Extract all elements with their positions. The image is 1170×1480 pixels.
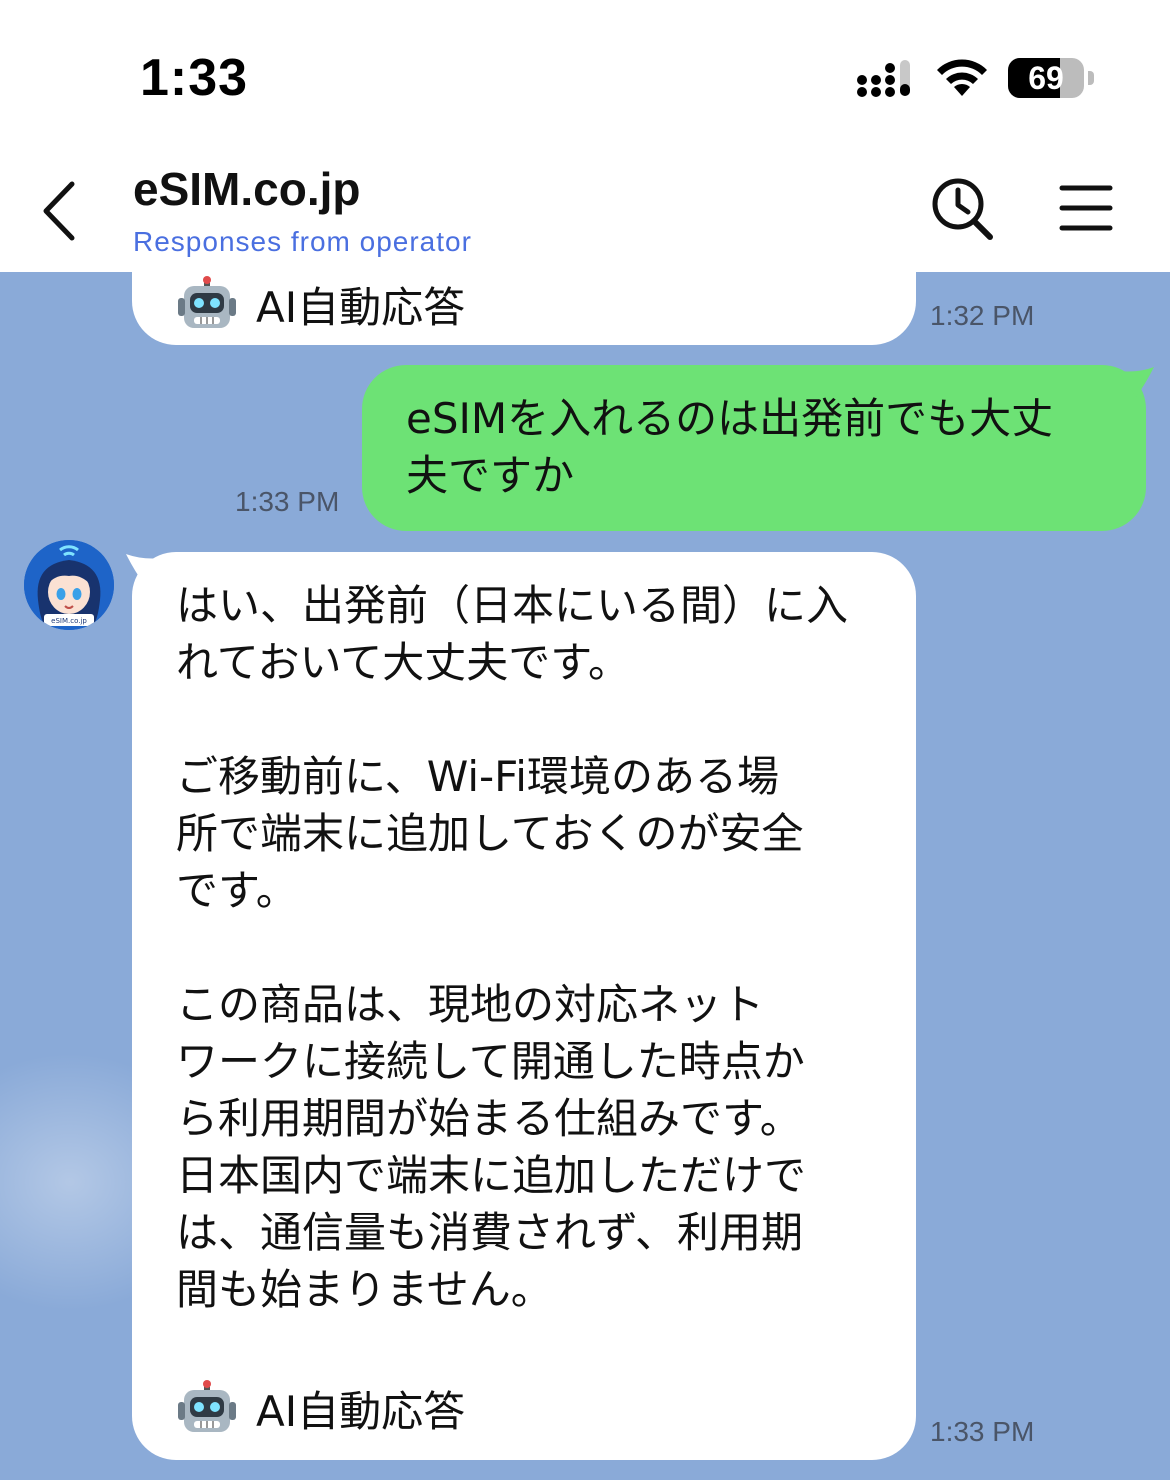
incoming-message-bubble[interactable]: AI自動応答 — [132, 272, 916, 345]
ai-auto-reply-tag: AI自動応答 — [178, 1378, 465, 1439]
battery-nub — [1088, 71, 1094, 85]
status-bar: 1:33 69 — [0, 0, 1170, 150]
robot-icon — [178, 1379, 236, 1432]
message-time: 1:33 PM — [930, 1416, 1035, 1447]
battery-level: 69 — [1008, 58, 1084, 98]
ai-tag-label: AI自動応答 — [256, 1387, 466, 1436]
battery-percent: 69 — [1028, 60, 1064, 96]
message-paragraph: eSIMを入れるのは出発前でも大丈 夫ですか — [406, 394, 1054, 500]
incoming-message-text: はい、出発前（日本にいる間）に入 れておいて大丈夫です。 ご移動前に、Wi-Fi… — [176, 577, 848, 1318]
robot-icon — [178, 275, 236, 328]
avatar-label: eSIM.co.jp — [51, 617, 87, 625]
signal-icon — [857, 60, 910, 97]
message-paragraph: はい、出発前（日本にいる間）に入 れておいて大丈夫です。 — [176, 581, 849, 687]
hamburger-menu-icon[interactable] — [1058, 182, 1114, 234]
outgoing-message-bubble[interactable]: eSIMを入れるのは出発前でも大丈 夫ですか — [362, 365, 1146, 531]
outgoing-bubble-tail — [1118, 367, 1154, 397]
incoming-message-bubble[interactable]: はい、出発前（日本にいる間）に入 れておいて大丈夫です。 ご移動前に、Wi-Fi… — [132, 552, 916, 1460]
operator-avatar[interactable]: eSIM.co.jp — [24, 540, 114, 630]
chat-header: eSIM.co.jp Responses from operator — [0, 150, 1170, 272]
outgoing-message-text: eSIMを入れるのは出発前でも大丈 夫ですか — [406, 390, 1053, 504]
chat-title[interactable]: eSIM.co.jp — [133, 162, 360, 216]
status-time: 1:33 — [140, 49, 249, 107]
incoming-bubble-tail — [126, 554, 162, 584]
avatar-image: eSIM.co.jp — [24, 540, 114, 630]
ai-tag-label: AI自動応答 — [256, 283, 466, 332]
clock-search-icon[interactable] — [928, 174, 996, 242]
battery-icon: 69 — [1008, 58, 1094, 100]
message-time: 1:33 PM — [235, 486, 340, 517]
ai-auto-reply-tag: AI自動応答 — [178, 274, 465, 335]
chevron-left-icon[interactable] — [30, 178, 90, 244]
message-time: 1:32 PM — [930, 300, 1035, 331]
message-paragraph: ご移動前に、Wi-Fi環境のある場 所で端末に追加しておくのが安全 です。 — [176, 752, 804, 915]
chat-area[interactable]: AI自動応答 1:32 PM eSIMを入れるのは出発前でも大丈 夫ですか 1:… — [0, 272, 1170, 1480]
message-paragraph: この商品は、現地の対応ネット ワークに接続して開通した時点か ら利用期間が始まる… — [176, 980, 807, 1314]
chat-subtitle: Responses from operator — [133, 226, 472, 257]
wifi-icon — [937, 59, 987, 96]
